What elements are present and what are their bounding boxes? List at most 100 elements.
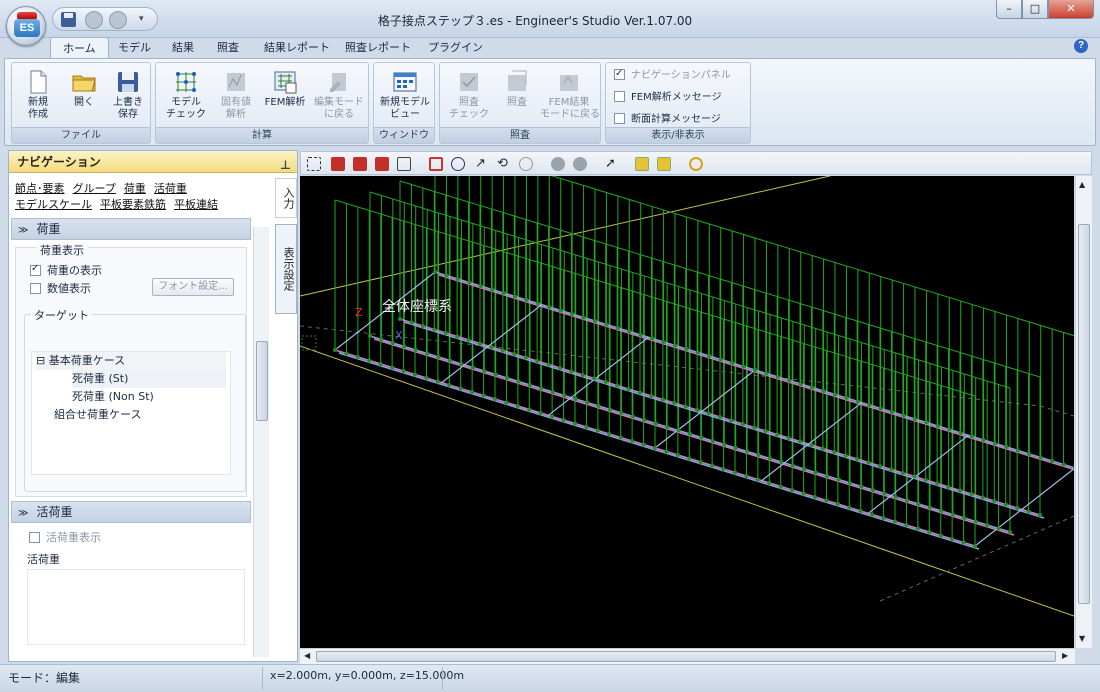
fem-analysis-button[interactable]: FEM解析 — [260, 67, 310, 127]
load-node — [825, 474, 830, 478]
tab-input[interactable]: 入力 — [275, 178, 297, 218]
live-load-display-checkbox[interactable] — [29, 532, 40, 543]
show-load-checkbox[interactable] — [30, 263, 41, 276]
view-wire-icon[interactable] — [397, 157, 411, 171]
next-view-icon[interactable] — [573, 157, 587, 171]
load-section-header[interactable]: ≫ 荷重 — [11, 218, 251, 240]
link-nodes-elements[interactable]: 節点･要素 — [15, 182, 65, 195]
nav-scroll-thumb[interactable] — [256, 341, 268, 421]
eigen-analysis-button[interactable]: 固有値 解析 — [212, 67, 260, 127]
select-box-icon[interactable] — [635, 157, 649, 171]
load-node — [775, 432, 780, 437]
check-button[interactable]: 照査 — [494, 67, 540, 127]
app-menu-button[interactable]: ES — [6, 6, 46, 46]
tree-collapse-icon[interactable]: ⊟ — [36, 354, 49, 367]
scroll-down-icon[interactable]: ▼ — [1079, 634, 1085, 643]
tree-node-dead-nonst[interactable]: 死荷重 (Non St) — [72, 388, 154, 406]
font-settings-button[interactable]: フォント設定... — [152, 278, 234, 296]
link-live-load[interactable]: 活荷重 — [154, 182, 187, 195]
tab-home[interactable]: ホーム — [50, 37, 109, 60]
viewport-hscroll-thumb[interactable] — [316, 651, 1056, 662]
zoom-out-icon[interactable] — [451, 157, 465, 171]
load-node — [695, 408, 700, 412]
live-load-display-option[interactable]: 活荷重表示 — [29, 529, 101, 545]
scroll-right-icon[interactable]: ▶ — [1062, 651, 1068, 660]
viewport-vscrollbar[interactable]: ▲ ▼ — [1075, 176, 1092, 648]
redo-icon[interactable] — [109, 11, 127, 29]
live-load-section-header[interactable]: ≫ 活荷重 — [11, 501, 251, 523]
link-load[interactable]: 荷重 — [124, 182, 146, 195]
back-to-edit-button[interactable]: 編集モード に戻る — [312, 67, 366, 127]
view-side-icon[interactable] — [375, 157, 389, 171]
group-window-label: ウィンドウ — [374, 127, 434, 143]
tab-model[interactable]: モデル — [106, 37, 163, 59]
link-plate-rebar[interactable]: 平板要素鉄筋 — [100, 198, 166, 211]
undo-icon[interactable] — [85, 11, 103, 29]
orbit-icon[interactable] — [519, 157, 533, 171]
model-viewport[interactable]: 全体座標系 Z X — [299, 139, 1080, 648]
rotate-icon[interactable]: ⟲ — [497, 157, 511, 171]
close-button[interactable]: ✕ — [1048, 0, 1094, 19]
show-value-option[interactable]: 数値表示 — [30, 280, 91, 296]
fem-result-mode-button[interactable]: FEM結果 モードに戻る — [540, 67, 600, 127]
model-check-button[interactable]: モデル チェック — [162, 67, 210, 127]
nav-panel-checkbox[interactable] — [614, 67, 625, 81]
help-icon[interactable]: ? — [1074, 39, 1088, 53]
check-check-button[interactable]: 照査 チェック — [444, 67, 494, 127]
load-node — [905, 498, 910, 503]
scroll-up-icon[interactable]: ▲ — [1079, 180, 1085, 189]
qat-dropdown-icon[interactable]: ▾ — [139, 14, 144, 24]
minimize-button[interactable]: – — [996, 0, 1022, 19]
open-button[interactable]: 開く — [62, 67, 106, 127]
pan-icon[interactable]: ↗ — [475, 157, 489, 171]
tree-node-basic[interactable]: ⊟ 基本荷重ケース — [36, 352, 226, 370]
tab-results-report[interactable]: 結果レポート — [252, 37, 342, 59]
tab-check-report[interactable]: 照査レポート — [333, 37, 423, 59]
pointer-icon[interactable]: ➚ — [605, 157, 619, 171]
select-filter-icon[interactable] — [657, 157, 671, 171]
show-value-checkbox[interactable] — [30, 283, 41, 294]
section-message-toggle[interactable]: 断面計算メッセージ — [614, 113, 721, 127]
save-icon[interactable] — [61, 12, 76, 27]
save-button[interactable]: 上書き 保存 — [106, 67, 150, 127]
load-case-tree: ⊟ 基本荷重ケース 死荷重 (St) 死荷重 (Non St) 組合せ荷重ケース — [31, 351, 231, 475]
link-model-scale[interactable]: モデルスケール — [15, 198, 92, 211]
live-load-list[interactable] — [27, 569, 245, 645]
zoom-window-icon[interactable] — [429, 157, 443, 171]
nav-scrollbar[interactable] — [253, 227, 269, 657]
tree-node-dead-st[interactable]: 死荷重 (St) — [72, 370, 226, 388]
nav-panel-toggle[interactable]: ナビゲーションパネル — [614, 67, 731, 83]
viewport-vscroll-thumb[interactable] — [1078, 224, 1090, 604]
tab-plugin[interactable]: プラグイン — [416, 37, 495, 59]
fem-message-checkbox[interactable] — [614, 91, 625, 102]
pin-icon[interactable]: ⊥ — [280, 154, 291, 176]
scroll-left-icon[interactable]: ◀ — [304, 651, 310, 660]
load-node — [1008, 530, 1012, 534]
tree-node-combo[interactable]: 組合せ荷重ケース — [54, 406, 141, 424]
load-node — [763, 429, 768, 433]
load-node — [561, 418, 566, 422]
fem-message-toggle[interactable]: FEM解析メッセージ — [614, 91, 722, 105]
tab-display-settings[interactable]: 表示設定 — [275, 224, 297, 314]
find-icon[interactable] — [689, 157, 703, 171]
new-model-view-button[interactable]: 新規モデル ビュー — [378, 67, 432, 127]
prev-view-icon[interactable] — [551, 157, 565, 171]
view-front-icon[interactable] — [353, 157, 367, 171]
section-message-label: 断面計算メッセージ — [631, 114, 721, 125]
load-node — [958, 431, 963, 435]
link-plate-connect[interactable]: 平板連結 — [174, 198, 218, 211]
load-node — [596, 404, 601, 408]
check-label: 照査 — [507, 97, 527, 108]
maximize-button[interactable]: □ — [1022, 0, 1048, 19]
viewport-hscrollbar[interactable]: ◀ ▶ — [300, 648, 1075, 664]
new-button[interactable]: 新規 作成 — [16, 67, 60, 127]
section-message-checkbox[interactable] — [614, 113, 625, 124]
tab-results[interactable]: 結果 — [160, 37, 206, 59]
select-all-icon[interactable] — [307, 157, 321, 171]
load-node — [1061, 462, 1066, 467]
link-group[interactable]: グループ — [73, 182, 116, 195]
show-load-option[interactable]: 荷重の表示 — [30, 262, 102, 278]
view-iso-icon[interactable] — [331, 157, 345, 171]
load-node — [813, 495, 817, 499]
tab-check[interactable]: 照査 — [205, 37, 251, 59]
